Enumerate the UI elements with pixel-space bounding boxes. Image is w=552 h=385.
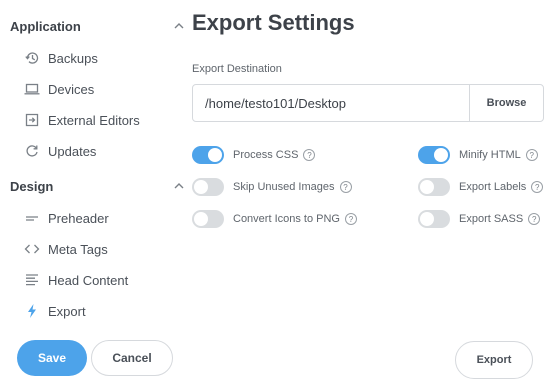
toggle-knob	[420, 180, 434, 194]
external-editor-icon	[24, 112, 40, 128]
toggle-knob	[420, 212, 434, 226]
sidebar: Application Backups Devices External Edi…	[0, 0, 190, 385]
refresh-icon	[24, 143, 40, 159]
option-process-css: Process CSS ?	[192, 145, 316, 165]
laptop-icon	[24, 81, 40, 97]
preheader-icon	[24, 210, 40, 226]
help-icon[interactable]: ?	[303, 149, 316, 161]
sidebar-item-external-editors[interactable]: External Editors	[24, 109, 184, 131]
convert-icons-to-png-toggle[interactable]	[192, 210, 224, 228]
toggle-knob	[194, 180, 208, 194]
option-convert-icons-to-png: Convert Icons to PNG ?	[192, 209, 357, 229]
lightning-icon	[24, 303, 40, 319]
cancel-button[interactable]: Cancel	[91, 340, 173, 376]
sidebar-item-label: Updates	[48, 143, 97, 159]
option-minify-html: Minify HTML ?	[418, 145, 538, 165]
export-sass-toggle[interactable]	[418, 210, 450, 228]
option-export-labels: Export Labels ?	[418, 177, 544, 197]
browse-button[interactable]: Browse	[469, 85, 543, 121]
skip-unused-images-toggle[interactable]	[192, 178, 224, 196]
save-button[interactable]: Save	[17, 340, 87, 376]
minify-html-toggle[interactable]	[418, 146, 450, 164]
option-label: Export SASS	[459, 213, 524, 225]
sidebar-item-label: Devices	[48, 81, 95, 97]
help-icon[interactable]: ?	[525, 149, 538, 161]
sidebar-item-export[interactable]: Export	[24, 300, 184, 322]
sidebar-item-preheader[interactable]: Preheader	[24, 207, 184, 229]
option-label: Minify HTML	[459, 149, 521, 161]
sidebar-item-label: Backups	[48, 50, 98, 66]
option-skip-unused-images: Skip Unused Images ?	[192, 177, 352, 197]
toggle-knob	[434, 148, 448, 162]
process-css-toggle[interactable]	[192, 146, 224, 164]
export-labels-toggle[interactable]	[418, 178, 450, 196]
help-icon[interactable]: ?	[528, 213, 541, 225]
section-application[interactable]: Application	[10, 16, 185, 36]
page-title: Export Settings	[192, 10, 355, 35]
export-destination-label: Export Destination	[192, 63, 282, 75]
sidebar-item-label: Preheader	[48, 210, 109, 226]
section-design[interactable]: Design	[10, 176, 185, 196]
text-lines-icon	[24, 272, 40, 288]
help-icon[interactable]: ?	[339, 181, 352, 193]
option-label: Export Labels	[459, 181, 527, 193]
export-destination-field: Browse	[192, 84, 544, 122]
sidebar-item-devices[interactable]: Devices	[24, 78, 184, 100]
help-icon[interactable]: ?	[531, 181, 544, 193]
option-label: Process CSS	[233, 149, 299, 161]
export-destination-input[interactable]	[193, 85, 469, 121]
history-icon	[24, 50, 40, 66]
sidebar-item-backups[interactable]: Backups	[24, 47, 184, 69]
sidebar-item-meta-tags[interactable]: Meta Tags	[24, 238, 184, 260]
toggle-knob	[194, 212, 208, 226]
option-label: Convert Icons to PNG	[233, 213, 340, 225]
sidebar-item-label: Export	[48, 303, 86, 319]
section-title-design: Design	[10, 178, 54, 194]
code-icon	[24, 241, 40, 257]
sidebar-item-head-content[interactable]: Head Content	[24, 269, 184, 291]
section-title-application: Application	[10, 18, 81, 34]
chevron-up-icon[interactable]	[173, 20, 185, 32]
sidebar-item-updates[interactable]: Updates	[24, 140, 184, 162]
toggle-knob	[208, 148, 222, 162]
option-label: Skip Unused Images	[233, 181, 335, 193]
option-export-sass: Export SASS ?	[418, 209, 541, 229]
export-button[interactable]: Export	[455, 341, 533, 379]
help-icon[interactable]: ?	[345, 213, 357, 225]
sidebar-item-label: External Editors	[48, 112, 140, 128]
sidebar-item-label: Head Content	[48, 272, 129, 288]
sidebar-item-label: Meta Tags	[48, 241, 108, 257]
chevron-up-icon[interactable]	[173, 180, 185, 192]
